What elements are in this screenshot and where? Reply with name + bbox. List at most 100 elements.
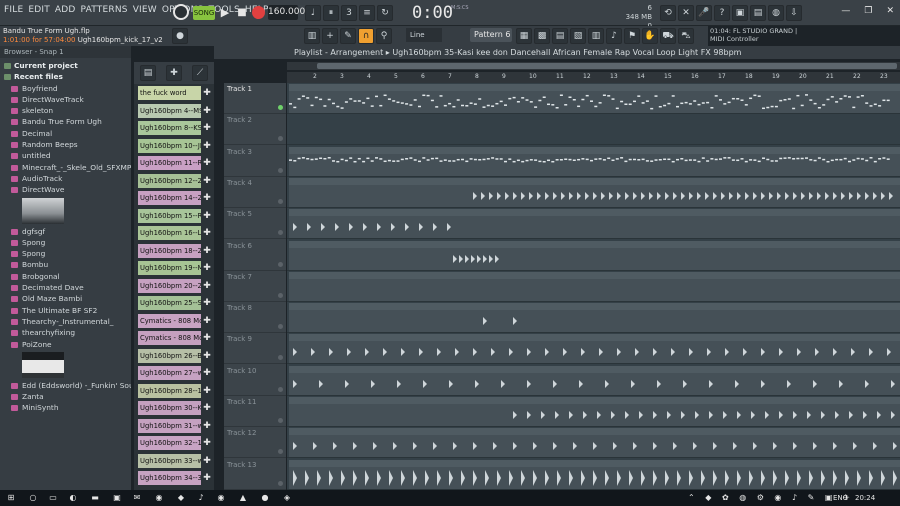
minimize-icon[interactable]: —: [841, 6, 850, 16]
mixer-icon[interactable]: ▥: [588, 28, 604, 44]
channel-name[interactable]: Ugh160bpm 11--RK_...: [138, 156, 201, 170]
pitch-knob-icon[interactable]: ●: [172, 28, 188, 44]
channel-name[interactable]: Ugh160bpm 33--wob...: [138, 453, 201, 468]
track-lane[interactable]: ✕ Pattern 1: [287, 83, 900, 114]
channel-row[interactable]: Ugh160bpm 14--2019...✚: [136, 191, 212, 205]
track-lane[interactable]: [287, 114, 900, 146]
reset-icon[interactable]: ⟲: [660, 5, 676, 21]
app-icon-3[interactable]: ◉: [216, 493, 226, 503]
track-mute-dot[interactable]: [278, 292, 283, 298]
snap-selector[interactable]: Line: [406, 28, 442, 42]
windows-start-icon[interactable]: ⊞: [6, 493, 16, 503]
channel-name[interactable]: Ugh160bpm 27--wob...: [138, 366, 201, 380]
microphone-icon[interactable]: 🎤: [696, 5, 712, 21]
channel-name[interactable]: Ugh160bpm 4--MSKR...: [138, 103, 201, 118]
browser-item[interactable]: The Ultimate BF SF2: [0, 305, 131, 316]
browser-item[interactable]: dgfsgf: [0, 226, 131, 237]
browser-item[interactable]: MiniSynth: [0, 402, 131, 413]
track-mute-dot[interactable]: [278, 230, 283, 236]
playlist-clip[interactable]: ✕ Ugh160bpm 15--RK_DD3_Distorted_Claps_0…: [289, 365, 900, 395]
playlist-clip[interactable]: ✕ Ugh160bpm 19--MSKR0_Kick_17_v2: [289, 428, 900, 458]
channel-row[interactable]: Ugh160bpm 25--SS_s...✚: [136, 296, 212, 310]
search-icon[interactable]: ○: [28, 493, 38, 503]
playlist-icon[interactable]: ▦: [516, 28, 532, 44]
channel-name[interactable]: Ugh160bpm 26--Bod...: [138, 348, 201, 363]
channel-add-icon[interactable]: ✚: [202, 105, 212, 117]
metronome-icon[interactable]: ♩: [305, 5, 321, 21]
close-icon[interactable]: ✕: [886, 6, 894, 16]
channel-add-icon[interactable]: ✚: [202, 472, 212, 484]
channel-name[interactable]: the fuck word: [138, 86, 201, 100]
channel-add-icon[interactable]: ✚: [202, 157, 212, 169]
task-view-icon[interactable]: ▭: [48, 493, 58, 503]
channel-row[interactable]: Ugh160bpm 18--2019...✚: [136, 243, 212, 258]
channel-add-icon[interactable]: ✚: [202, 437, 212, 449]
track-lane[interactable]: ✕ Ugh160bpm 14--2019-01-28 09_02_28 Wate…: [287, 333, 900, 365]
channel-row[interactable]: Ugh160bpm 31--wob...✚: [136, 418, 212, 433]
track-mute-dot[interactable]: [278, 136, 283, 142]
channel-add-icon[interactable]: ✚: [202, 350, 212, 362]
browser-item[interactable]: Spong: [0, 248, 131, 259]
track-header[interactable]: Track 1: [224, 83, 286, 114]
timeline-ruler[interactable]: 2 3 4 5 6 7 8 9 10 11 12 13 14 15 16 17 18 19 20 21 22 23: [287, 72, 900, 83]
track-mute-dot[interactable]: [278, 261, 283, 267]
browser-item[interactable]: PoiZone: [0, 339, 131, 350]
channel-add-icon[interactable]: ✚: [202, 280, 212, 292]
language-indicator[interactable]: ENG: [833, 494, 848, 502]
record-icon[interactable]: [252, 6, 265, 19]
channel-row[interactable]: Ugh160bpm 26--Bod...✚: [136, 348, 212, 363]
browser-item[interactable]: untitled: [0, 150, 131, 161]
channel-row[interactable]: Ugh160bpm 19--MSK...✚: [136, 261, 212, 275]
channel-row[interactable]: Ugh160bpm 4--MSKR...✚: [136, 103, 212, 118]
channel-add-icon[interactable]: ✚: [202, 227, 212, 239]
browser-item[interactable]: Zanta: [0, 391, 131, 402]
channel-row[interactable]: Ugh160bpm 16--LEVI...✚: [136, 226, 212, 240]
track-mute-dot[interactable]: [278, 386, 283, 392]
track-header[interactable]: Track 3: [224, 146, 286, 177]
track-header[interactable]: Track 6: [224, 240, 286, 271]
channel-row[interactable]: Ugh160bpm 8--KS_th...✚: [136, 121, 212, 135]
track-lane[interactable]: ✕ Cym_B: [287, 459, 900, 490]
mail-icon[interactable]: ✉: [132, 493, 142, 503]
browser-item[interactable]: Edd (Eddsworld) -_Funkin' Soundfont: [0, 380, 131, 391]
channel-add-icon[interactable]: ✚: [202, 140, 212, 152]
channel-add-icon[interactable]: ✚: [202, 455, 212, 467]
channel-name[interactable]: Ugh160bpm 15--RK_...: [138, 208, 201, 223]
help-icon[interactable]: ?: [714, 5, 730, 21]
browser-item[interactable]: Current project: [0, 60, 131, 71]
wait-input-icon[interactable]: ⏸: [323, 5, 339, 21]
channel-name[interactable]: Ugh160bpm 32--14 Cr...: [138, 436, 201, 450]
playlist-clip[interactable]: ✕ Pattern 1: [289, 84, 900, 113]
channel-row[interactable]: the fuck word ✚: [136, 86, 212, 100]
explorer-icon[interactable]: ▬: [90, 493, 100, 503]
browser-item[interactable]: Random Beeps: [0, 139, 131, 150]
track-header[interactable]: Track 12: [224, 427, 286, 459]
countdown-icon[interactable]: 3: [341, 5, 357, 21]
track-lane[interactable]: ✕ Ugh160bpm 10--JPGC_kick_trikdes: [287, 240, 900, 271]
channel-add-icon[interactable]: ✚: [202, 367, 212, 379]
channel-name[interactable]: Cymatics - 808 Mob...: [138, 331, 201, 345]
browser-item[interactable]: Old Maze Bambi: [0, 293, 131, 304]
channel-add-icon[interactable]: ✚: [202, 210, 212, 222]
browser-item[interactable]: Recent files: [0, 71, 131, 82]
channel-add-icon[interactable]: ✚: [202, 122, 212, 134]
track-mute-dot[interactable]: [278, 105, 283, 110]
track-header[interactable]: Track 5: [224, 208, 286, 240]
rack-add-icon[interactable]: ✚: [166, 65, 182, 81]
plugin-icon[interactable]: ♪: [606, 28, 622, 44]
clock[interactable]: 20:24: [855, 494, 875, 502]
channel-row[interactable]: Cymatics - 808 Mob...✚: [136, 331, 212, 345]
track-mute-dot[interactable]: [278, 167, 283, 173]
pattern-selector[interactable]: Pattern 6: [470, 28, 512, 42]
playlist-clip[interactable]: ✕ Ugh160bpm 4--MSKR0_Kick_17_v2: [289, 177, 900, 207]
channel-add-icon[interactable]: ✚: [202, 175, 212, 187]
track-header[interactable]: Track 13: [224, 459, 286, 490]
menu-edit[interactable]: EDIT: [27, 5, 51, 15]
browser-item[interactable]: thearchyfixing: [0, 327, 131, 338]
scroll-thumb[interactable]: [317, 63, 897, 69]
track-lane[interactable]: ✕ Ugh160bpm 11--RK_DD3_Distorted_Claps_0…: [287, 271, 900, 302]
browser-item[interactable]: skeleton: [0, 105, 131, 116]
channel-name[interactable]: Cymatics - 808 Mob...: [138, 313, 201, 328]
play-icon[interactable]: ▶: [217, 5, 233, 21]
playlist-grid[interactable]: ✕ Pattern 1 ✕ Pattern 2 ✕ Ugh160bpm 4--MSK…: [287, 83, 900, 490]
